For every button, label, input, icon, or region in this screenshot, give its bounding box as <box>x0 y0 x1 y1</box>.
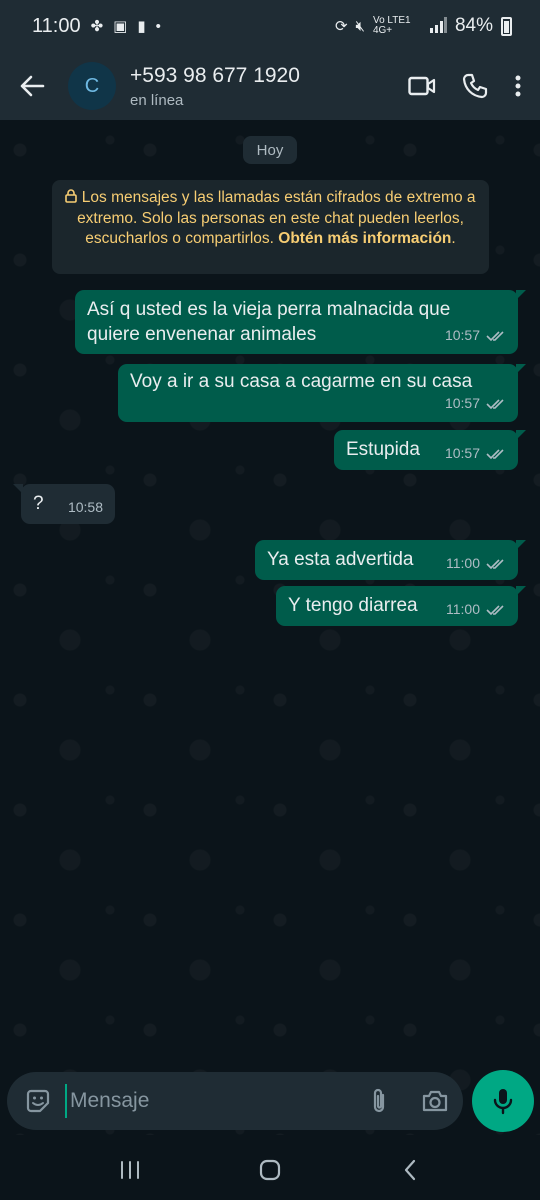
voice-record-button[interactable] <box>472 1070 534 1132</box>
contact-status: en línea <box>130 91 184 109</box>
home-icon <box>259 1159 281 1181</box>
back-nav-button[interactable] <box>380 1150 440 1190</box>
back-arrow-icon <box>20 75 45 97</box>
camera-button[interactable] <box>421 1089 449 1113</box>
message-time: 11:00 <box>446 601 480 617</box>
back-chevron-icon <box>404 1159 416 1181</box>
recent-apps-button[interactable] <box>100 1150 160 1190</box>
message-bubble-outgoing[interactable]: Estupida 10:57 <box>334 430 526 470</box>
signal-icon <box>429 16 447 36</box>
more-options-button[interactable] <box>514 74 522 98</box>
recent-apps-icon <box>121 1161 139 1179</box>
message-bubble-outgoing[interactable]: Y tengo diarrea 11:00 <box>276 586 526 626</box>
sim-icon: ▮ <box>137 18 146 35</box>
battery-percent: 84% <box>454 15 493 36</box>
attach-button[interactable] <box>371 1087 387 1115</box>
read-ticks-icon <box>486 330 506 342</box>
contact-info[interactable]: +593 98 677 1920 en línea <box>130 64 300 109</box>
more-options-icon <box>515 75 521 97</box>
paperclip-icon <box>373 1088 385 1113</box>
home-button[interactable] <box>240 1150 300 1190</box>
microphone-icon <box>493 1089 513 1115</box>
chat-header: C +593 98 677 1920 en línea <box>0 52 540 120</box>
phone-icon <box>462 73 488 99</box>
sticker-button[interactable] <box>25 1088 51 1114</box>
fan-icon: ✤ <box>90 18 104 35</box>
read-ticks-icon <box>486 558 506 570</box>
system-navigation-bar <box>0 1140 540 1200</box>
read-ticks-icon <box>486 398 506 410</box>
contact-avatar[interactable]: C <box>68 62 116 110</box>
message-time: 10:58 <box>67 499 103 515</box>
dot-icon: • <box>155 17 161 35</box>
mute-icon: 🔇︎ <box>355 17 365 35</box>
date-separator: Hoy <box>243 136 297 164</box>
message-bubble-incoming[interactable]: ? 10:58 <box>13 484 115 524</box>
lock-icon <box>65 189 81 206</box>
network-label: Vo LTE1 4G+ <box>372 15 411 36</box>
message-time: 10:57 <box>444 445 480 461</box>
contact-name: +593 98 677 1920 <box>130 63 300 87</box>
message-time: 10:57 <box>444 327 480 343</box>
status-bar: 11:00 ✤ ▣ ▮ • ⟳ 🔇︎ Vo LTE1 4G+ 84% <box>0 0 540 52</box>
back-button[interactable] <box>12 66 52 106</box>
battery-icon <box>501 16 512 36</box>
data-saver-icon: ⟳ <box>334 18 348 35</box>
message-input[interactable] <box>65 1084 349 1118</box>
sticker-icon <box>26 1089 50 1113</box>
encryption-notice-end: . <box>451 230 456 247</box>
app-notification-icon: ▣ <box>113 18 128 35</box>
message-bubble-outgoing[interactable]: Voy a ir a su casa a cagarme en su casa … <box>118 364 526 422</box>
message-bubble-outgoing[interactable]: Así q usted es la vieja perra malnacida … <box>75 290 526 354</box>
voice-call-button[interactable] <box>462 73 488 99</box>
message-text: Así q usted es la vieja perra malnacida … <box>87 299 451 345</box>
message-bubble-outgoing[interactable]: Ya esta advertida 11:00 <box>255 540 526 580</box>
camera-icon <box>422 1090 448 1112</box>
message-compose-bar <box>7 1072 463 1130</box>
message-time: 11:00 <box>446 555 480 571</box>
video-call-icon <box>408 76 436 96</box>
message-time: 10:57 <box>444 395 480 411</box>
read-ticks-icon <box>486 604 506 616</box>
encryption-notice[interactable]: Los mensajes y las llamadas están cifrad… <box>52 180 489 274</box>
status-time: 11:00 <box>32 14 81 37</box>
learn-more-link[interactable]: Obtén más información <box>278 230 451 247</box>
read-ticks-icon <box>486 448 506 460</box>
video-call-button[interactable] <box>408 76 436 96</box>
